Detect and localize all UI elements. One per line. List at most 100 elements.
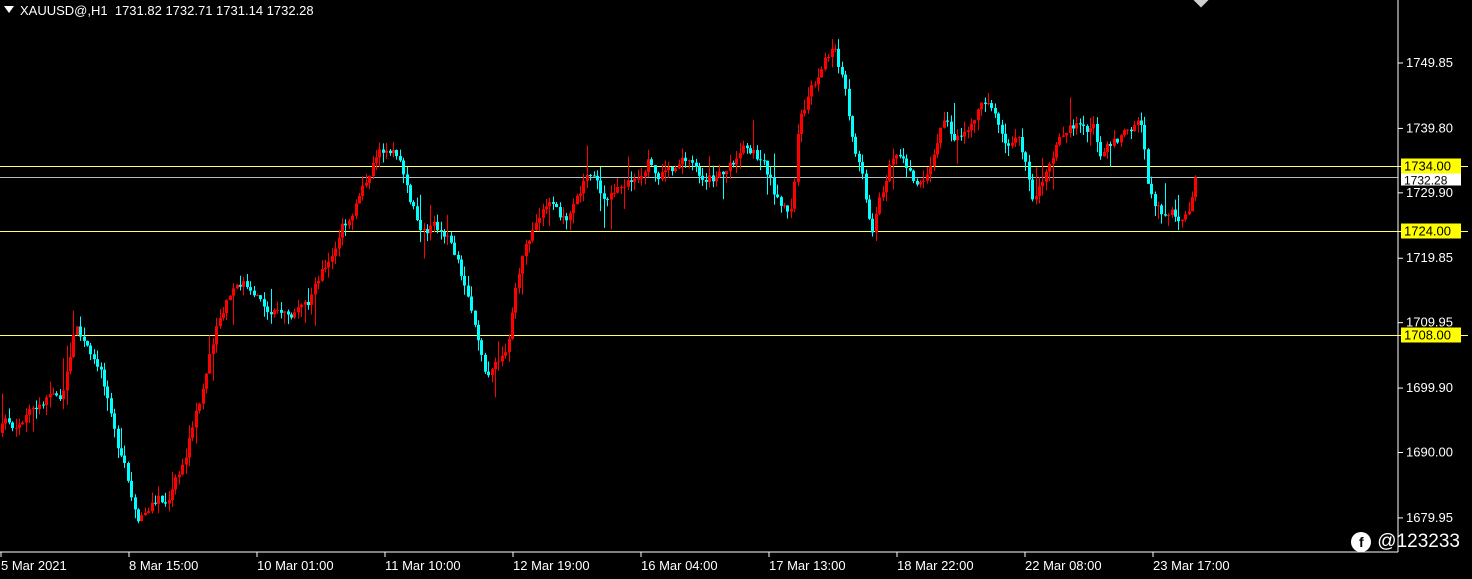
candle-body (977, 109, 980, 121)
candle-body (729, 162, 732, 172)
candle-body (259, 295, 262, 300)
candle-body (253, 290, 256, 296)
candle-body (538, 217, 541, 223)
candle-body (933, 154, 936, 167)
candle-body (66, 371, 69, 391)
candle-body (161, 495, 164, 503)
candle-body (946, 120, 949, 122)
candle-body (239, 284, 242, 287)
price-level-label: 1734.00 (1404, 159, 1451, 174)
candle-body (72, 334, 75, 357)
candle-body (1092, 123, 1095, 129)
candle-body (15, 427, 18, 429)
candle-body (185, 457, 188, 465)
candle-body (837, 48, 840, 67)
candle-body (1103, 151, 1106, 157)
candle-body (820, 69, 823, 78)
candle-body (365, 182, 368, 186)
candle-body (678, 164, 681, 169)
candle-body (746, 145, 749, 149)
candle-body (276, 309, 279, 311)
candle-body (426, 229, 429, 234)
candle-body (824, 57, 827, 70)
candle-body (392, 150, 395, 154)
candle-body (1157, 205, 1160, 207)
candle-body (508, 339, 511, 353)
time-axis[interactable]: 5 Mar 2021 8 Mar 15:00 10 Mar 01:00 11 Mar … (0, 552, 1230, 573)
candle-body (8, 418, 11, 423)
candle-body (681, 157, 684, 165)
candle-body (32, 407, 35, 410)
weibo-logo-icon: f (1351, 532, 1372, 552)
candle-body (416, 206, 419, 220)
candle-body (317, 280, 320, 284)
candle-body (212, 344, 215, 355)
watermark-handle: @123233 (1377, 531, 1460, 552)
candle-body (358, 195, 361, 204)
candle-body (939, 127, 942, 144)
candle-body (521, 256, 524, 274)
candle-body (242, 281, 245, 287)
candle-body (382, 149, 385, 153)
candle-body (181, 464, 184, 475)
candle-body (1174, 209, 1177, 217)
candle-body (287, 311, 290, 315)
candle-body (756, 150, 759, 160)
candle-body (1167, 214, 1170, 216)
candle-body (304, 301, 307, 305)
candle-body (1055, 144, 1058, 158)
candle-body (280, 309, 283, 313)
candle-body (1018, 137, 1021, 139)
candle-body (157, 495, 160, 504)
symbol-label: XAUUSD@,H1 (20, 3, 108, 18)
candle-body (773, 177, 776, 195)
price-tick-label: 1679.95 (1406, 510, 1453, 525)
candle-body (831, 48, 834, 57)
candle-body (144, 512, 147, 516)
candle-body (548, 202, 551, 207)
candle-body (385, 150, 388, 153)
candle-body (1184, 214, 1187, 220)
candle-body (902, 156, 905, 159)
candle-body (1082, 124, 1085, 126)
candle-body (4, 418, 7, 424)
candle-body (1143, 124, 1146, 150)
candle-body (409, 185, 412, 203)
candle-body (198, 403, 201, 411)
candle-body (919, 181, 922, 185)
candle-body (1072, 125, 1075, 129)
candle-body (429, 225, 432, 234)
candle-body (307, 301, 310, 306)
candle-body (511, 312, 514, 340)
time-tick-label: 22 Mar 08:00 (1025, 558, 1102, 573)
candle-body (691, 160, 694, 163)
candle-body (725, 171, 728, 175)
candle-body (11, 422, 14, 429)
candle-body (596, 175, 599, 181)
price-chart[interactable]: 1749.851739.801729.901719.851709.951699.… (0, 0, 1472, 579)
candle-body (467, 285, 470, 297)
candle-body (861, 162, 864, 174)
time-tick-label: 23 Mar 17:00 (1153, 558, 1230, 573)
candle-body (1035, 196, 1038, 200)
candle-body (698, 167, 701, 176)
candle-body (848, 88, 851, 117)
candle-body (52, 393, 55, 395)
candle-body (106, 386, 109, 399)
candle-body (1120, 135, 1123, 143)
candle-body (705, 179, 708, 182)
collapse-triangle-icon[interactable] (4, 6, 14, 13)
candle-body (518, 273, 521, 288)
candle-body (888, 164, 891, 181)
candle-body (715, 176, 718, 182)
candle-body (477, 324, 480, 341)
candle-body (1038, 186, 1041, 197)
candle-body (55, 393, 58, 396)
price-axis[interactable]: 1749.851739.801729.901719.851709.951699.… (1398, 55, 1453, 525)
candle-body (453, 242, 456, 255)
candle-body (474, 310, 477, 325)
price-level-label: 1708.00 (1404, 328, 1451, 343)
candle-body (1052, 157, 1055, 164)
candle-body (117, 428, 120, 449)
candle-body (222, 313, 225, 319)
